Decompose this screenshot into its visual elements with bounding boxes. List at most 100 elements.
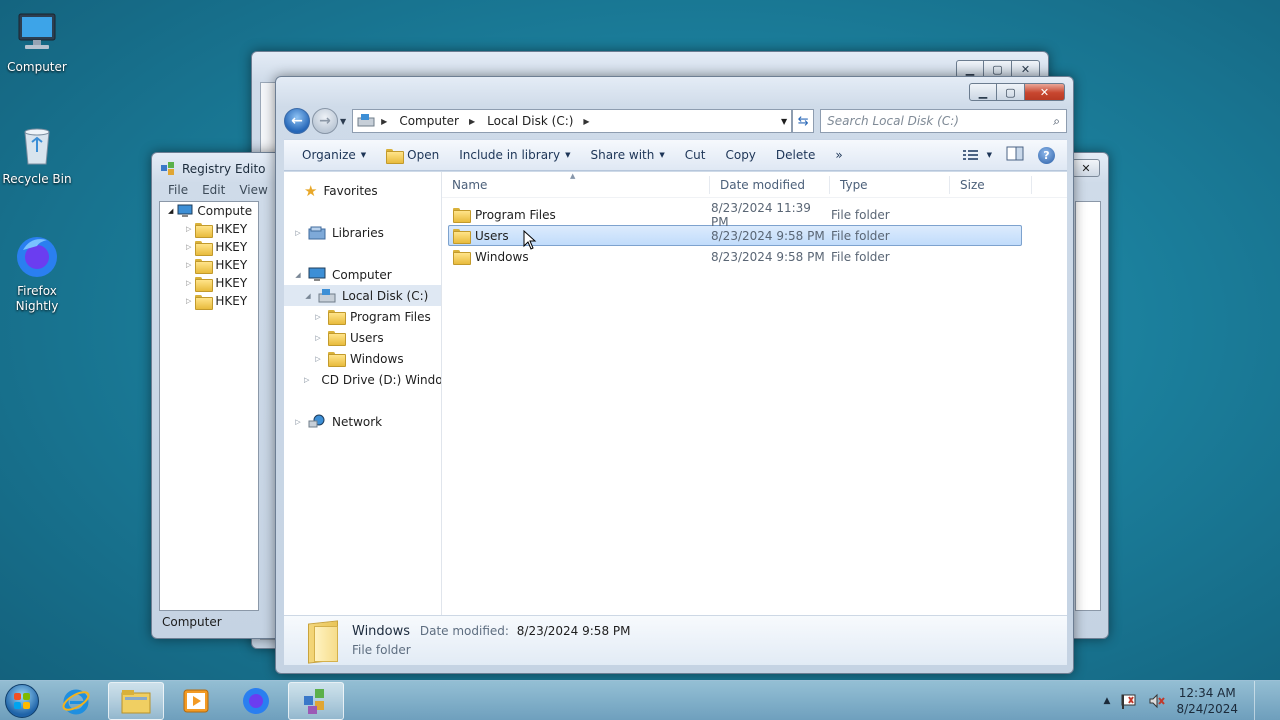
- recycle-bin-icon: [13, 120, 61, 168]
- taskbar-registry-editor[interactable]: [288, 681, 344, 720]
- maximize-button[interactable]: ▢: [997, 83, 1025, 101]
- nav-item-label: Favorites: [323, 183, 378, 198]
- drive-icon: [318, 289, 336, 303]
- details-view-icon: [962, 150, 978, 160]
- navigation-pane[interactable]: ★ Favorites ▷ Libraries ◢ Computer ◢ Loc…: [284, 172, 442, 616]
- regedit-icon: [304, 688, 324, 714]
- address-bar[interactable]: ▶ Computer ▶ Local Disk (C:) ▶ ▼: [352, 109, 793, 133]
- more-commands-button[interactable]: »: [825, 140, 852, 170]
- expand-icon: ▷: [186, 243, 192, 251]
- volume-muted-icon[interactable]: [1148, 693, 1166, 709]
- details-date-value: 8/23/2024 9:58 PM: [516, 624, 631, 638]
- open-button[interactable]: Open: [376, 140, 449, 170]
- file-type: File folder: [831, 207, 890, 222]
- address-dropdown-icon[interactable]: ▼: [781, 117, 787, 126]
- collapse-icon: ◢: [295, 270, 301, 279]
- share-with-button[interactable]: Share with ▼: [580, 140, 674, 170]
- help-icon[interactable]: ?: [1038, 146, 1055, 164]
- start-button[interactable]: [0, 682, 44, 720]
- close-button[interactable]: ✕: [1072, 159, 1100, 177]
- nav-item-favorites[interactable]: ★ Favorites: [284, 180, 441, 201]
- chevron-down-icon: ▼: [360, 151, 367, 159]
- tree-item-hkey[interactable]: ▷ HKEY: [160, 238, 258, 256]
- action-center-flag-icon[interactable]: [1120, 693, 1138, 709]
- folder-icon: [453, 229, 471, 244]
- organize-button[interactable]: Organize ▼: [292, 140, 376, 170]
- open-label: Open: [407, 148, 440, 162]
- back-button[interactable]: ←: [284, 108, 310, 134]
- nav-item-label: Network: [332, 414, 383, 429]
- nav-item-windows[interactable]: ▷ Windows: [284, 348, 441, 369]
- include-in-library-button[interactable]: Include in library ▼: [449, 140, 580, 170]
- show-hidden-icons-button[interactable]: ▲: [1104, 696, 1111, 706]
- share-label: Share with: [590, 148, 655, 162]
- menu-view[interactable]: View: [239, 183, 267, 197]
- taskbar-windows-explorer[interactable]: [108, 681, 164, 720]
- explorer-window[interactable]: ▁ ▢ ✕ ← → ▼ ▶ Computer ▶ Local Disk (C:) ▶…: [275, 76, 1074, 674]
- breadcrumb-computer[interactable]: Computer ▶: [393, 114, 481, 128]
- delete-button[interactable]: Delete: [766, 140, 825, 170]
- minimize-button[interactable]: ▁: [969, 83, 997, 101]
- forward-button[interactable]: →: [312, 108, 338, 134]
- column-header-size[interactable]: Size: [950, 175, 1032, 194]
- nav-item-label: Libraries: [332, 225, 384, 240]
- clock[interactable]: 12:34 AM 8/24/2024: [1176, 685, 1238, 717]
- column-header-name[interactable]: Name: [442, 175, 710, 194]
- taskbar-firefox-nightly[interactable]: [228, 682, 284, 720]
- window-title: Registry Edito: [160, 161, 266, 177]
- copy-label: Copy: [725, 148, 756, 162]
- cut-button[interactable]: Cut: [675, 140, 716, 170]
- menu-edit[interactable]: Edit: [202, 183, 225, 197]
- nav-item-cd-drive[interactable]: ▷ CD Drive (D:) Windo: [284, 369, 441, 390]
- firefox-nightly-icon: [13, 232, 61, 280]
- recent-pages-dropdown[interactable]: ▼: [340, 117, 346, 126]
- tree-item-hkey[interactable]: ▷ HKEY: [160, 220, 258, 238]
- preview-pane-button[interactable]: [1006, 146, 1024, 164]
- tree-item-hkey[interactable]: ▷ HKEY: [160, 274, 258, 292]
- nav-item-libraries[interactable]: ▷ Libraries: [284, 222, 441, 243]
- desktop-icon-computer[interactable]: Computer: [0, 8, 74, 75]
- chevron-right-icon: ▶: [583, 116, 590, 126]
- chevron-down-icon: ▼: [659, 151, 665, 159]
- arrow-left-icon: ←: [291, 113, 303, 129]
- breadcrumb-arrow[interactable]: ▶: [375, 117, 393, 126]
- close-button[interactable]: ✕: [1025, 83, 1065, 101]
- folder-icon: [453, 250, 471, 265]
- tree-item-hkey[interactable]: ▷ HKEY: [160, 292, 258, 310]
- folder-large-icon: [306, 620, 340, 662]
- explorer-body: ★ Favorites ▷ Libraries ◢ Computer ◢ Loc…: [284, 172, 1067, 616]
- taskbar-media-player[interactable]: [168, 682, 224, 720]
- column-header-date[interactable]: Date modified: [710, 175, 830, 194]
- folder-icon: [195, 258, 214, 274]
- tree-item-label: HKEY: [215, 222, 248, 236]
- desktop-icon-firefox-nightly[interactable]: Firefox Nightly: [0, 232, 74, 314]
- desktop-icon-label: Firefox Nightly: [15, 284, 59, 313]
- registry-tree[interactable]: ◢ Compute ▷ HKEY ▷ HKEY ▷ HKEY ▷ HKEY ▷ HKEY: [159, 201, 259, 611]
- nav-item-network[interactable]: ▷ Network: [284, 411, 441, 432]
- show-desktop-button[interactable]: [1254, 680, 1266, 720]
- expand-icon: ▷: [304, 375, 310, 384]
- refresh-button[interactable]: ⇆: [792, 109, 815, 133]
- view-options-button[interactable]: ▼: [962, 149, 992, 161]
- tree-item-label: HKEY: [215, 276, 248, 290]
- nav-item-computer[interactable]: ◢ Computer: [284, 264, 441, 285]
- expand-icon: ▷: [315, 354, 321, 363]
- menu-file[interactable]: File: [168, 183, 188, 197]
- nav-item-users[interactable]: ▷ Users: [284, 327, 441, 348]
- file-row-program-files[interactable]: Program Files 8/23/2024 11:39 PM File fo…: [448, 201, 1022, 229]
- desktop-icon-recycle-bin[interactable]: Recycle Bin: [0, 120, 74, 187]
- star-icon: ★: [304, 181, 318, 200]
- breadcrumb-local-disk[interactable]: Local Disk (C:) ▶: [481, 114, 595, 128]
- copy-button[interactable]: Copy: [715, 140, 765, 170]
- search-input[interactable]: Search Local Disk (C:) ⌕: [820, 109, 1067, 133]
- include-label: Include in library: [459, 148, 561, 162]
- details-date-label: Date modified:: [419, 624, 509, 638]
- nav-item-local-disk[interactable]: ◢ Local Disk (C:): [284, 285, 441, 306]
- tree-item-hkey[interactable]: ▷ HKEY: [160, 256, 258, 274]
- column-header-type[interactable]: Type: [830, 175, 950, 194]
- registry-values-pane[interactable]: [1075, 201, 1101, 611]
- taskbar-internet-explorer[interactable]: [48, 682, 104, 720]
- network-icon: [308, 414, 325, 428]
- nav-item-program-files[interactable]: ▷ Program Files: [284, 306, 441, 327]
- tree-item-computer[interactable]: ◢ Compute: [160, 202, 258, 220]
